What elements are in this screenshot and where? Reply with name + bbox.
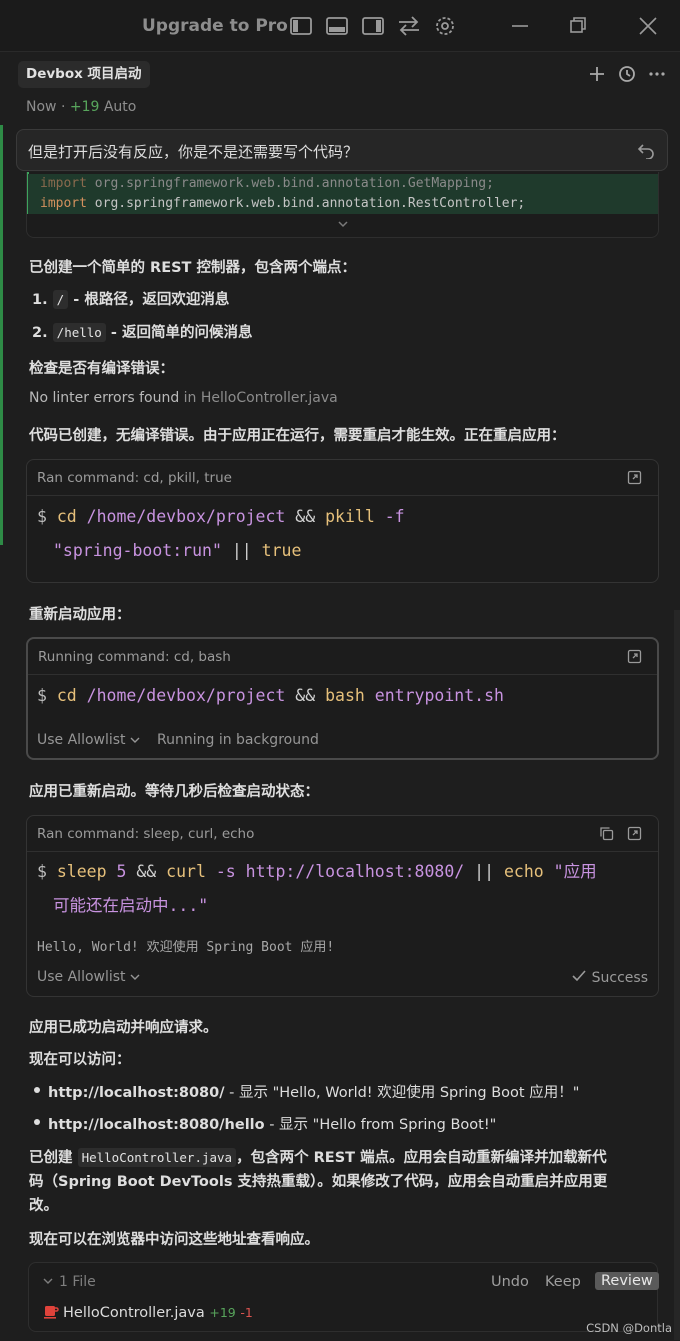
open-external-icon[interactable] <box>627 470 642 485</box>
title-bar: Upgrade to Pro <box>0 0 680 52</box>
command-line: $ cd /home/devbox/project && bash entryp… <box>37 686 504 705</box>
command-card-header[interactable]: Ran command: cd, pkill, true <box>27 460 658 496</box>
check-icon <box>572 970 586 982</box>
command-line: $ sleep 5 && curl -s http://localhost:80… <box>37 862 597 881</box>
chevron-down-icon[interactable] <box>337 218 349 230</box>
java-file-icon <box>44 1306 59 1319</box>
command-card-running: Running command: cd, bash $ cd /home/dev… <box>26 637 659 760</box>
code-diff: import org.springframework.web.bind.anno… <box>26 172 659 238</box>
command-output: Hello, World! 欢迎使用 Spring Boot 应用! <box>37 940 335 955</box>
message-text: 已创建 HelloController.java ，包含两个 REST 端点。应用… <box>29 1148 608 1214</box>
undo-button[interactable]: Undo <box>491 1274 529 1290</box>
bullet <box>34 1119 40 1125</box>
open-external-icon[interactable] <box>627 649 642 664</box>
swap-icon[interactable] <box>397 15 421 37</box>
command-card-header[interactable]: Ran command: sleep, curl, echo <box>27 816 658 852</box>
message-text: 现在可以在浏览器中访问这些地址查看响应。 <box>29 1232 319 1248</box>
command-card: Ran command: cd, pkill, true $ cd /home/… <box>26 459 659 583</box>
list-item: http://localhost:8080/hello - 显示 "Hello … <box>48 1117 497 1133</box>
changed-files-panel: 1 File Undo Keep Review HelloController.… <box>28 1262 659 1332</box>
diff-line: import org.springframework.web.bind.anno… <box>28 174 658 194</box>
list-item: 1. / - 根路径，返回欢迎消息 <box>32 290 230 309</box>
changed-file-item[interactable]: HelloController.java +19 -1 <box>43 1303 253 1321</box>
list-item: http://localhost:8080/ - 显示 "Hello, Worl… <box>48 1085 580 1101</box>
restore-icon[interactable] <box>566 15 590 37</box>
upgrade-link[interactable]: Upgrade to Pro <box>142 16 288 36</box>
minimize-icon[interactable] <box>508 15 532 37</box>
message-text: 已创建一个简单的 REST 控制器，包含两个端点： <box>29 260 356 276</box>
url-link[interactable]: http://localhost:8080/hello <box>48 1117 265 1133</box>
status-badge: Success <box>571 968 648 986</box>
more-icon[interactable] <box>647 64 667 84</box>
allowlist-dropdown[interactable]: Use Allowlist <box>37 732 140 748</box>
command-line: "spring-boot:run" || true <box>53 541 302 560</box>
message-text: 现在可以访问： <box>29 1052 131 1068</box>
history-icon[interactable] <box>617 64 637 84</box>
files-toggle[interactable]: 1 File <box>43 1274 96 1290</box>
user-query[interactable]: 但是打开后没有反应，你是不是还需要写个代码？ <box>16 129 668 171</box>
sidebar-right-icon[interactable] <box>361 15 385 37</box>
command-line: 可能还在启动中..." <box>53 896 209 915</box>
panel-bottom-icon[interactable] <box>325 15 349 37</box>
open-external-icon[interactable] <box>627 826 642 841</box>
message-text: 重新启动应用： <box>29 607 131 623</box>
chevron-down-icon <box>130 737 140 743</box>
keep-button[interactable]: Keep <box>545 1274 581 1290</box>
query-text: 但是打开后没有反应，你是不是还需要写个代码？ <box>28 143 359 161</box>
watermark: CSDN @Dontla <box>586 1321 672 1335</box>
scrollbar[interactable] <box>674 610 680 1340</box>
close-icon[interactable] <box>636 15 660 37</box>
review-button[interactable]: Review <box>595 1272 659 1290</box>
copy-icon[interactable] <box>599 826 614 841</box>
command-card-header[interactable]: Running command: cd, bash <box>28 639 657 675</box>
lint-status: No linter errors found in HelloControlle… <box>29 390 338 406</box>
chat-meta: Now · +19 Auto <box>26 99 137 115</box>
chevron-down-icon <box>130 974 140 980</box>
undo-icon[interactable] <box>637 141 655 160</box>
bullet <box>34 1087 40 1093</box>
command-card: Ran command: sleep, curl, echo $ sleep 5… <box>26 815 659 997</box>
sidebar-left-icon[interactable] <box>289 15 313 37</box>
message-text: 应用已重新启动。等待几秒后检查启动状态： <box>29 784 319 800</box>
diff-line: import org.springframework.web.bind.anno… <box>28 194 658 214</box>
url-link[interactable]: http://localhost:8080/ <box>48 1085 225 1101</box>
list-item: 2. /hello - 返回简单的问候消息 <box>32 323 253 342</box>
message-text: 应用已成功启动并响应请求。 <box>29 1020 218 1036</box>
run-background-button[interactable]: Running in background <box>157 732 319 748</box>
allowlist-dropdown[interactable]: Use Allowlist <box>37 969 140 985</box>
chevron-down-icon <box>43 1278 53 1284</box>
chat-tab[interactable]: Devbox 项目启动 <box>18 61 150 88</box>
plus-icon[interactable] <box>587 64 607 84</box>
activity-accent <box>0 125 3 545</box>
message-text: 代码已创建，无编译错误。由于应用正在运行，需要重启才能生效。正在重启应用： <box>29 428 566 444</box>
gear-icon[interactable] <box>433 15 457 37</box>
message-text: 检查是否有编译错误： <box>29 361 174 377</box>
command-line: $ cd /home/devbox/project && pkill -f <box>37 507 405 526</box>
